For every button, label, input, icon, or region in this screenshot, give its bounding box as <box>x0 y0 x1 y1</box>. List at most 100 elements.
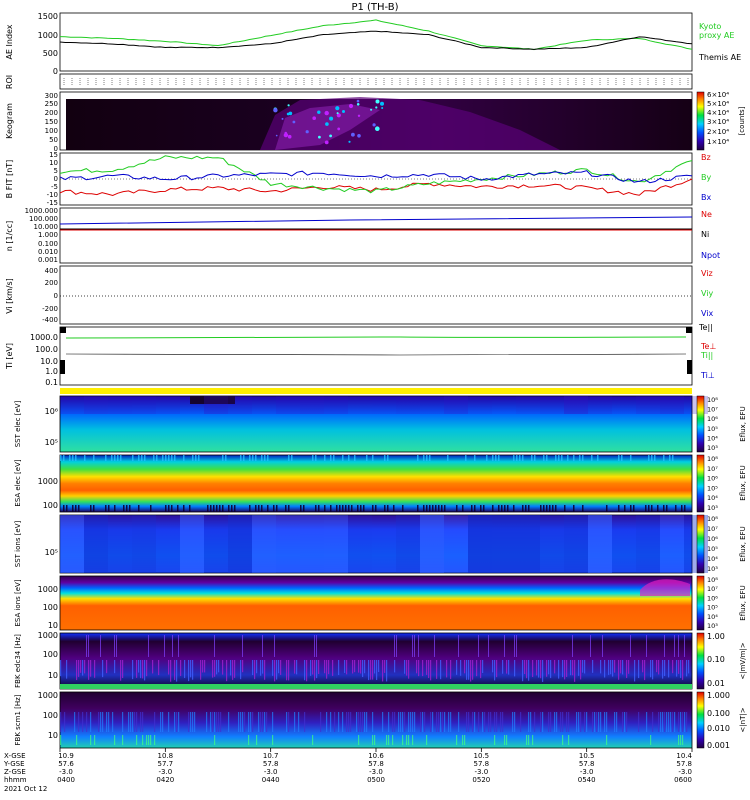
sst-ion-column <box>228 515 252 573</box>
fbk-scm-streak <box>408 712 410 732</box>
fbk-scm-streak <box>650 735 652 745</box>
fbk-edc-streak <box>684 635 685 657</box>
fbk-edc-streak <box>504 635 505 657</box>
fbk-edc-streak <box>378 660 380 673</box>
esa-elec-stripe <box>264 455 266 461</box>
fbk-scm-streak <box>320 712 322 732</box>
fbk-edc-streak <box>386 660 388 682</box>
n-ylabel: n [1/cc] <box>5 221 14 251</box>
x-axis-value: 57.6 <box>58 760 74 768</box>
fbk-scm-streak <box>168 712 170 732</box>
esa-elec-stripe <box>72 505 74 512</box>
esa-elec-stripe <box>393 505 395 512</box>
fbk-edc-streak <box>668 660 670 678</box>
sst-ion-column <box>612 515 636 573</box>
sst-ion-column <box>372 515 396 573</box>
x-axis-value: -3.0 <box>678 768 692 776</box>
esa-elec-stripe <box>231 505 233 512</box>
fbk-edc-streak <box>252 660 254 676</box>
fbk-scm-streak <box>594 712 596 732</box>
keo-cbar-6e4: 6×10⁴ <box>707 91 729 99</box>
fbk-scm-streak <box>256 735 258 745</box>
fbk-scm-streak <box>264 712 266 732</box>
x-axis-value: -3.0 <box>158 768 172 776</box>
esa-elec-stripe <box>117 455 119 461</box>
fbk-scm-streak <box>148 735 150 745</box>
esa-elec-stripe <box>75 505 77 512</box>
fbk-edc-streak <box>296 660 298 675</box>
esa-elec-stripe <box>645 505 647 512</box>
esa-elec-stripe <box>387 455 389 461</box>
esa-elec-stripe <box>417 505 419 512</box>
fbk-edc-streak <box>542 660 544 682</box>
aurora-spot <box>372 123 376 127</box>
esa-elec-stripe <box>339 505 341 512</box>
esa-elec-stripe <box>567 455 569 461</box>
esa-elec-stripe <box>663 455 665 461</box>
fbk-scm-streak <box>98 712 100 732</box>
esa-elec-stripe <box>267 505 269 512</box>
fbk-scm-streak <box>298 712 300 732</box>
aurora-spot <box>318 135 321 139</box>
fbk-scm-streak <box>680 712 682 732</box>
esa-elec-stripe <box>126 505 128 512</box>
fbk-scm-streak <box>520 712 522 732</box>
aurora-spot <box>375 99 380 104</box>
fbk-edc-streak <box>468 660 470 680</box>
fbk-edc-streak <box>502 660 504 674</box>
fbk-edc-streak <box>214 635 215 657</box>
fbk-edc-streak <box>338 660 340 676</box>
fbk-scm-streak <box>686 712 688 732</box>
fbk-edc-streak <box>374 660 376 674</box>
aurora-spot <box>329 116 334 121</box>
esa-elec-stripe <box>429 455 431 461</box>
x-axis-value: 10.7 <box>263 752 279 760</box>
fbk-scm-streak <box>108 712 110 732</box>
efu-tick: 10⁴ <box>707 555 718 563</box>
fbk-scm-streak <box>652 712 654 732</box>
fbk-edc-streak <box>572 635 573 657</box>
sst-ion-column <box>468 515 492 573</box>
sste-ytick-1e6: 10⁶ <box>45 407 58 416</box>
esa-elec-stripe <box>669 455 671 461</box>
fbk-scm-streak <box>258 712 260 732</box>
fbk-edc-streak <box>514 635 515 657</box>
fbk-scm-streak <box>346 712 348 732</box>
fbk-edc-streak <box>148 635 149 657</box>
aurora-spot <box>380 101 384 106</box>
esa-elec-stripe <box>375 505 377 512</box>
esa-elec-stripe <box>423 455 425 461</box>
sst-ion-column <box>300 515 324 573</box>
fbk-scm-streak <box>60 735 62 745</box>
esa-elec-stripe <box>432 505 434 512</box>
fbk-edc-streak <box>106 660 108 674</box>
fbk-scm-streak <box>102 712 104 732</box>
fbk-scm-streak <box>566 712 568 732</box>
esa-elec-stripe <box>372 505 374 512</box>
fbk-edc-streak <box>260 660 262 676</box>
fbk-edc-streak <box>314 635 315 657</box>
fbk-edc-streak <box>418 660 420 677</box>
fbk-scm-streak <box>576 712 578 732</box>
esa-elec-stripe <box>150 505 152 512</box>
fbk-scm-streak <box>432 712 434 732</box>
fbk-scm-streak <box>660 712 662 732</box>
sst-elec-column <box>108 396 132 414</box>
esa-elec-stripe <box>189 505 191 512</box>
fbk-scm-streak <box>458 712 460 732</box>
fbk-scm-streak <box>592 712 594 732</box>
fbk-edc-streak <box>190 660 192 678</box>
fbk-edc-streak <box>592 660 594 673</box>
fbk-scm-streak <box>466 712 468 732</box>
esa-elec-stripe <box>324 455 326 461</box>
keo-ytick-50: 50 <box>49 136 58 144</box>
fbk-edc-streak <box>122 660 124 678</box>
fbk-edc-streak <box>478 635 479 657</box>
b-ytick-10: 10 <box>49 159 58 167</box>
fbk-edc-streak <box>426 660 428 675</box>
esa-elec-stripe <box>351 505 353 512</box>
esa-elec-stripe <box>141 455 143 461</box>
fbk-scm-streak <box>412 735 414 745</box>
fbk-edc-streak <box>570 660 572 676</box>
fbk-scm-streak <box>578 712 580 732</box>
